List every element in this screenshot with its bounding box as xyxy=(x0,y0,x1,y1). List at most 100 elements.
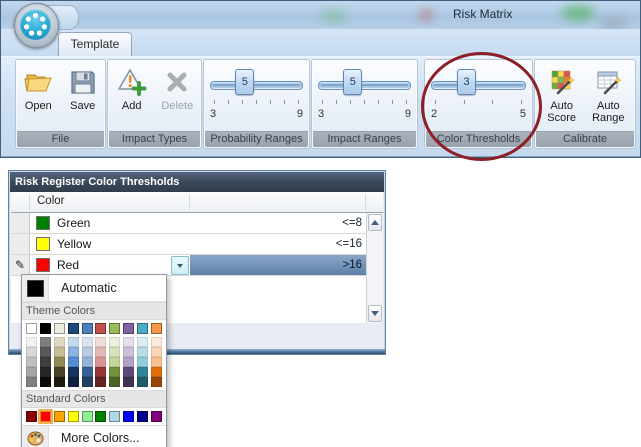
standard-color-swatch[interactable] xyxy=(95,411,106,422)
add-impact-type-button[interactable]: Add xyxy=(110,66,154,112)
slider-track[interactable] xyxy=(318,81,411,90)
standard-color-swatch[interactable] xyxy=(68,411,79,422)
theme-variant-swatch[interactable] xyxy=(54,377,65,387)
auto-range-button[interactable]: Auto Range xyxy=(588,66,628,124)
theme-variant-swatch[interactable] xyxy=(123,337,134,347)
theme-variant-swatch[interactable] xyxy=(109,367,120,377)
save-button[interactable]: Save xyxy=(61,66,105,112)
standard-color-swatch[interactable] xyxy=(123,411,134,422)
theme-color-swatch[interactable] xyxy=(151,323,162,334)
theme-variant-swatch[interactable] xyxy=(137,347,148,357)
theme-variant-swatch[interactable] xyxy=(95,357,106,367)
theme-variant-swatch[interactable] xyxy=(137,337,148,347)
slider-track[interactable] xyxy=(210,81,303,90)
theme-variant-swatch[interactable] xyxy=(40,357,51,367)
theme-color-swatch[interactable] xyxy=(109,323,120,334)
theme-variant-swatch[interactable] xyxy=(26,357,37,367)
theme-color-swatch[interactable] xyxy=(137,323,148,334)
theme-variant-swatch[interactable] xyxy=(95,347,106,357)
theme-variant-swatch[interactable] xyxy=(54,337,65,347)
color-cell[interactable]: Red xyxy=(30,255,190,275)
theme-variant-swatch[interactable] xyxy=(151,367,162,377)
theme-variant-swatch[interactable] xyxy=(109,357,120,367)
theme-variant-swatch[interactable] xyxy=(123,377,134,387)
scroll-down-button[interactable] xyxy=(368,305,382,322)
table-row-green[interactable]: Green<=8 xyxy=(11,213,366,234)
theme-color-swatch[interactable] xyxy=(95,323,106,334)
theme-variant-swatch[interactable] xyxy=(26,377,37,387)
color-cell[interactable]: Yellow xyxy=(30,234,190,254)
theme-variant-swatch[interactable] xyxy=(123,367,134,377)
theme-variant-swatch[interactable] xyxy=(68,377,79,387)
theme-variant-swatch[interactable] xyxy=(137,377,148,387)
color-dropdown-button[interactable] xyxy=(171,256,189,275)
theme-variant-swatch[interactable] xyxy=(82,347,93,357)
row-header[interactable] xyxy=(11,234,30,254)
theme-variant-swatch[interactable] xyxy=(26,337,37,347)
color-cell[interactable]: Green xyxy=(30,213,190,233)
theme-variant-swatch[interactable] xyxy=(82,337,93,347)
application-orb-button[interactable] xyxy=(14,3,59,48)
theme-variant-swatch[interactable] xyxy=(40,347,51,357)
theme-variant-swatch[interactable] xyxy=(82,377,93,387)
table-row-yellow[interactable]: Yellow<=16 xyxy=(11,234,366,255)
theme-variant-swatch[interactable] xyxy=(68,357,79,367)
row-header[interactable] xyxy=(11,213,30,233)
threshold-cell[interactable]: <=8 xyxy=(190,213,366,233)
slider-track[interactable] xyxy=(431,81,526,90)
theme-variant-swatch[interactable] xyxy=(109,337,120,347)
theme-color-swatch[interactable] xyxy=(123,323,134,334)
open-button[interactable]: Open xyxy=(16,66,60,112)
slider-thumb[interactable]: 5 xyxy=(235,69,254,95)
theme-variant-swatch[interactable] xyxy=(54,347,65,357)
standard-color-swatch-selected[interactable] xyxy=(40,411,51,422)
slider-thumb[interactable]: 5 xyxy=(343,69,362,95)
row-header[interactable]: ✎ xyxy=(11,255,30,275)
probability-ranges-slider[interactable]: 5 3 9 xyxy=(210,68,303,126)
slider-thumb[interactable]: 3 xyxy=(457,69,476,95)
theme-variant-swatch[interactable] xyxy=(54,357,65,367)
theme-color-swatch[interactable] xyxy=(82,323,93,334)
tab-template[interactable]: Template xyxy=(58,32,132,56)
theme-variant-swatch[interactable] xyxy=(109,347,120,357)
auto-score-button[interactable]: Auto Score xyxy=(542,66,582,124)
theme-color-swatch[interactable] xyxy=(40,323,51,334)
standard-color-swatch[interactable] xyxy=(54,411,65,422)
theme-color-swatch[interactable] xyxy=(54,323,65,334)
theme-variant-swatch[interactable] xyxy=(54,367,65,377)
standard-color-swatch[interactable] xyxy=(137,411,148,422)
impact-ranges-slider[interactable]: 5 3 9 xyxy=(318,68,411,126)
theme-variant-swatch[interactable] xyxy=(151,347,162,357)
scroll-up-button[interactable] xyxy=(368,214,382,231)
theme-color-swatch[interactable] xyxy=(26,323,37,334)
theme-color-swatch[interactable] xyxy=(68,323,79,334)
more-colors-item[interactable]: More Colors... xyxy=(22,425,166,447)
theme-variant-swatch[interactable] xyxy=(137,357,148,367)
theme-variant-swatch[interactable] xyxy=(68,347,79,357)
theme-variant-swatch[interactable] xyxy=(151,337,162,347)
theme-variant-swatch[interactable] xyxy=(151,377,162,387)
theme-variant-swatch[interactable] xyxy=(95,337,106,347)
color-thresholds-slider[interactable]: 3 2 5 xyxy=(431,68,526,126)
theme-variant-swatch[interactable] xyxy=(68,367,79,377)
automatic-color-item[interactable]: Automatic xyxy=(22,275,166,302)
theme-variant-swatch[interactable] xyxy=(68,337,79,347)
table-row-red[interactable]: ✎Red>16 xyxy=(11,255,366,276)
theme-variant-swatch[interactable] xyxy=(123,357,134,367)
theme-variant-swatch[interactable] xyxy=(40,337,51,347)
delete-impact-type-button[interactable]: Delete xyxy=(155,66,199,112)
theme-variant-swatch[interactable] xyxy=(82,367,93,377)
theme-variant-swatch[interactable] xyxy=(26,367,37,377)
theme-variant-swatch[interactable] xyxy=(82,357,93,367)
standard-color-swatch[interactable] xyxy=(109,411,120,422)
theme-variant-swatch[interactable] xyxy=(40,377,51,387)
theme-variant-swatch[interactable] xyxy=(137,367,148,377)
threshold-cell[interactable]: >16 xyxy=(190,255,366,275)
vertical-scrollbar[interactable] xyxy=(366,213,383,323)
theme-variant-swatch[interactable] xyxy=(95,377,106,387)
theme-variant-swatch[interactable] xyxy=(40,367,51,377)
standard-color-swatch[interactable] xyxy=(82,411,93,422)
theme-variant-swatch[interactable] xyxy=(26,347,37,357)
theme-variant-swatch[interactable] xyxy=(123,347,134,357)
theme-variant-swatch[interactable] xyxy=(151,357,162,367)
